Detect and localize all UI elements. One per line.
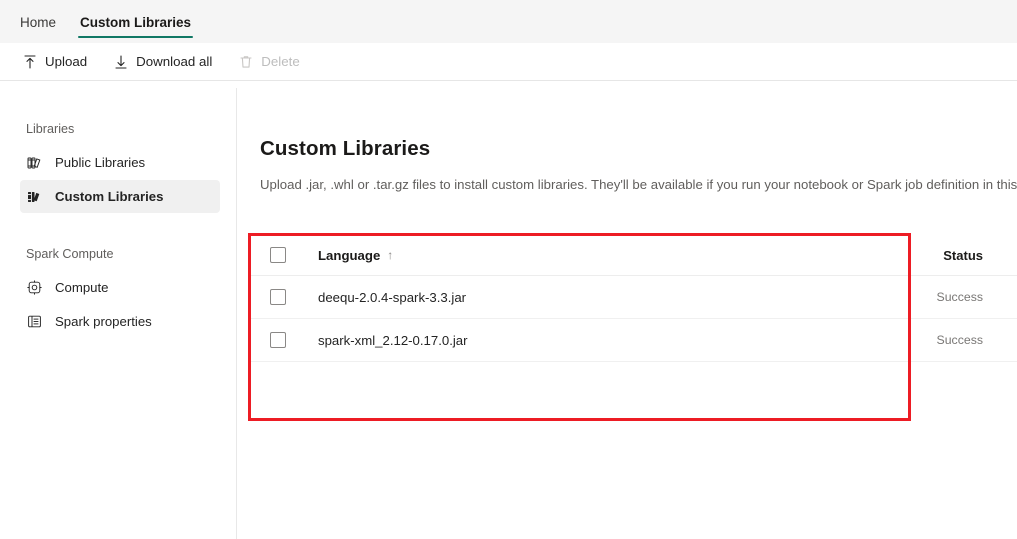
row-library-name: deequ-2.0.4-spark-3.3.jar <box>318 289 467 305</box>
page-description: Upload .jar, .whl or .tar.gz files to in… <box>260 177 1017 192</box>
sidebar-item-spark-properties[interactable]: Spark properties <box>20 305 220 338</box>
table-row[interactable]: deequ-2.0.4-spark-3.3.jar Success <box>248 276 1017 319</box>
sidebar-item-compute[interactable]: Compute <box>20 271 220 304</box>
sidebar-group-spark-compute-label: Spark Compute <box>26 247 114 261</box>
libraries-table: Language ↑ Status deequ-2.0.4-spark-3.3.… <box>248 235 1017 362</box>
download-all-button[interactable]: Download all <box>103 48 222 76</box>
sort-ascending-icon: ↑ <box>387 248 394 262</box>
sidebar-item-public-libraries-label: Public Libraries <box>55 155 146 170</box>
row-status: Success <box>936 333 983 347</box>
row-status: Success <box>936 290 983 304</box>
tab-home[interactable]: Home <box>8 1 68 43</box>
sidebar-group-libraries-label: Libraries <box>26 122 75 136</box>
delete-label: Delete <box>261 54 300 69</box>
tab-custom-libraries-label: Custom Libraries <box>80 14 192 30</box>
tab-home-label: Home <box>20 14 57 30</box>
column-header-language[interactable]: Language ↑ <box>286 248 887 263</box>
download-icon <box>113 54 129 70</box>
page-body: Libraries Public Libraries Custom Librar… <box>0 81 1017 539</box>
upload-label: Upload <box>45 54 88 69</box>
row-library-name: spark-xml_2.12-0.17.0.jar <box>318 332 468 348</box>
sidebar-item-compute-label: Compute <box>55 280 109 295</box>
column-header-language-label: Language <box>318 247 381 263</box>
custom-libraries-page: Home Custom Libraries Upload Download al… <box>0 0 1017 539</box>
upload-button[interactable]: Upload <box>12 48 97 76</box>
delete-button[interactable]: Delete <box>228 48 309 76</box>
tab-strip: Home Custom Libraries <box>0 0 1017 43</box>
row-checkbox[interactable] <box>270 332 286 348</box>
column-header-status: Status <box>943 247 983 263</box>
page-title: Custom Libraries <box>260 137 431 160</box>
table-row[interactable]: spark-xml_2.12-0.17.0.jar Success <box>248 319 1017 362</box>
download-all-label: Download all <box>136 54 213 69</box>
books-outline-icon <box>26 154 43 171</box>
gear-chip-icon <box>26 279 43 296</box>
list-properties-icon <box>26 313 43 330</box>
books-filled-icon <box>26 188 43 205</box>
trash-icon <box>238 54 254 70</box>
select-all-checkbox[interactable] <box>270 247 286 263</box>
sidebar-item-custom-libraries-label: Custom Libraries <box>55 189 164 204</box>
sidebar: Libraries Public Libraries Custom Librar… <box>0 81 236 539</box>
sidebar-item-spark-properties-label: Spark properties <box>55 314 152 329</box>
main-content: Custom Libraries Upload .jar, .whl or .t… <box>237 81 1017 539</box>
upload-icon <box>22 54 38 70</box>
table-header-row: Language ↑ Status <box>248 235 1017 276</box>
sidebar-item-custom-libraries[interactable]: Custom Libraries <box>20 180 220 213</box>
tab-custom-libraries[interactable]: Custom Libraries <box>68 1 203 43</box>
sidebar-item-public-libraries[interactable]: Public Libraries <box>20 146 220 179</box>
command-bar: Upload Download all Delete <box>0 43 1017 80</box>
row-checkbox[interactable] <box>270 289 286 305</box>
